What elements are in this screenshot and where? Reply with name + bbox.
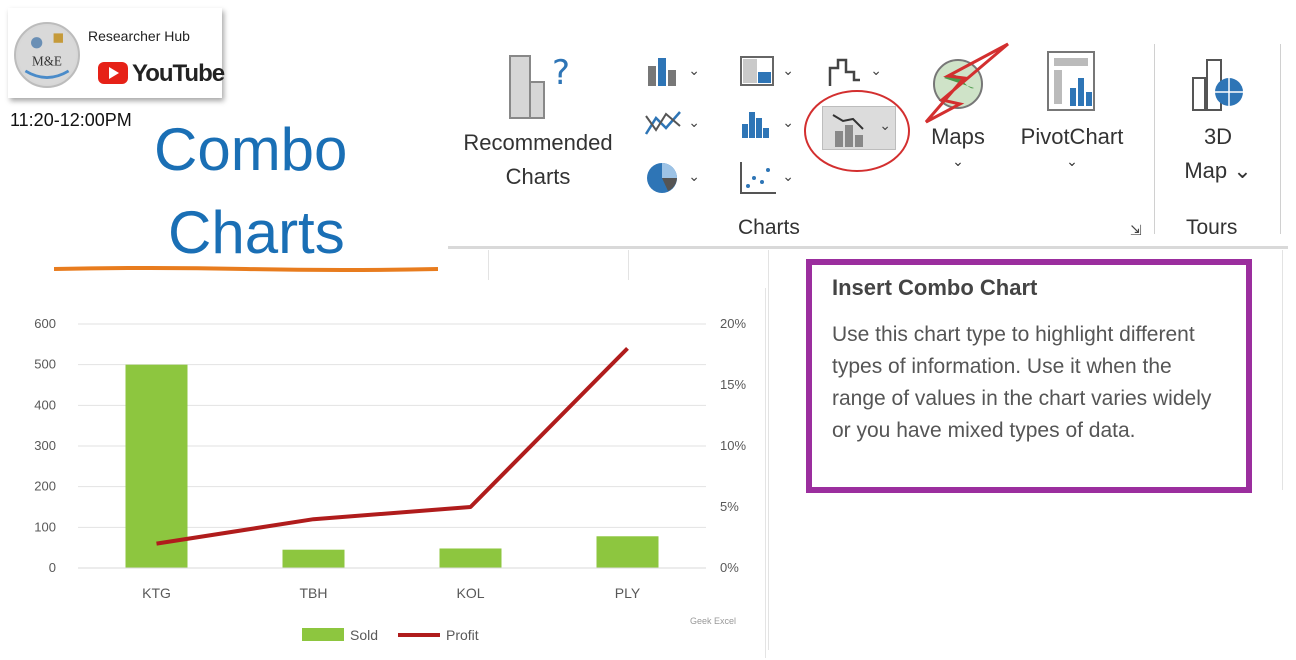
sheet-gridline <box>1282 250 1283 490</box>
recommended-charts-icon: ? <box>509 53 570 119</box>
title-underline <box>54 266 438 272</box>
line-chart-icon[interactable]: ⌄ <box>644 106 704 142</box>
pivotchart-label: PivotChart <box>1020 124 1124 149</box>
combo-chart-tooltip: Insert Combo Chart Use this chart type t… <box>806 259 1252 493</box>
chevron-down-icon: ⌄ <box>870 62 882 78</box>
recommended-charts-button[interactable]: ? Recommended Charts <box>448 48 628 218</box>
bar-sold <box>282 549 345 568</box>
legend-swatch-sold <box>302 628 344 641</box>
x-tick-label: TBH <box>300 585 328 601</box>
channel-badge: M&E Researcher Hub YouTube <box>8 8 225 98</box>
recommended-charts-label-2: Charts <box>505 164 571 189</box>
watermark: Geek Excel <box>690 616 737 626</box>
chevron-down-icon: ⌄ <box>782 168 794 184</box>
y-left-tick-label: 100 <box>34 519 56 534</box>
logo-text: M&E <box>32 53 62 68</box>
statistic-chart-icon[interactable]: ⌄ <box>738 106 798 142</box>
x-tick-label: PLY <box>615 585 641 601</box>
pivotchart-button[interactable]: PivotChart ⌄ <box>1006 48 1138 168</box>
column-chart-icon[interactable]: ⌄ <box>644 54 704 90</box>
group-divider <box>1154 44 1155 234</box>
x-tick-label: KTG <box>142 585 171 601</box>
tooltip-body: Use this chart type to highlight differe… <box>832 323 1212 442</box>
chevron-down-icon: ⌄ <box>688 62 700 78</box>
x-tick-label: KOL <box>456 585 484 601</box>
3d-map-label-1: 3D <box>1203 124 1233 149</box>
channel-name: Researcher Hub <box>88 28 190 44</box>
pie-chart-icon[interactable]: ⌄ <box>644 160 704 196</box>
group-divider <box>1280 44 1281 234</box>
3d-map-label-2: Map ⌄ <box>1184 158 1252 183</box>
y-right-tick-label: 0% <box>720 560 739 575</box>
annotation-arrow <box>924 42 1009 124</box>
y-left-tick-label: 600 <box>34 316 56 331</box>
3d-map-icon <box>1192 59 1243 111</box>
chevron-down-icon: ⌄ <box>782 114 794 130</box>
y-right-tick-label: 5% <box>720 499 739 514</box>
youtube-logo: YouTube <box>90 56 225 90</box>
chevron-down-icon: ⌄ <box>688 168 700 184</box>
y-left-tick-label: 300 <box>34 438 56 453</box>
bar-sold <box>596 536 659 568</box>
recommended-charts-label-1: Recommended <box>463 130 613 155</box>
hierarchy-chart-icon[interactable]: ⌄ <box>738 54 798 90</box>
highlight-ellipse <box>804 90 910 172</box>
y-right-tick-label: 15% <box>720 377 746 392</box>
y-left-tick-label: 0 <box>49 560 56 575</box>
overlay-title-line1: Combo <box>154 116 348 183</box>
svg-text:?: ? <box>552 53 570 93</box>
bar-sold <box>125 364 188 568</box>
youtube-label: YouTube <box>132 60 225 87</box>
scatter-chart-icon[interactable]: ⌄ <box>738 160 798 196</box>
chevron-down-icon: ⌄ <box>688 114 700 130</box>
3d-map-button[interactable]: 3D Map ⌄ <box>1168 48 1268 188</box>
sheet-gridline <box>488 250 489 280</box>
pivotchart-icon <box>1047 51 1095 111</box>
sheet-gridline <box>628 250 629 280</box>
session-time: 11:20-12:00PM <box>10 110 132 130</box>
bar-sold <box>439 548 502 568</box>
channel-logo: M&E <box>14 22 80 88</box>
charts-group-label: Charts <box>738 216 800 239</box>
dialog-launcher-icon[interactable]: ⇲ <box>1130 222 1142 239</box>
tooltip-title: Insert Combo Chart <box>832 275 1038 300</box>
y-right-tick-label: 20% <box>720 316 746 331</box>
combo-chart-svg: 0 100 200 300 400 500 600 0% 5% 10% 15% 20% KTG TBH KO… <box>34 316 746 643</box>
ribbon-bottom-border <box>448 246 1288 249</box>
y-left-tick-label: 200 <box>34 479 56 494</box>
overlay-title-line2: Charts <box>168 199 345 266</box>
y-left-tick-label: 400 <box>34 397 56 412</box>
y-right-tick-label: 10% <box>720 438 746 453</box>
y-left-tick-label: 500 <box>34 357 56 372</box>
chevron-down-icon: ⌄ <box>782 62 794 78</box>
channel-logo-graphic: M&E <box>17 25 77 85</box>
youtube-play-icon <box>98 62 128 84</box>
legend-label-profit: Profit <box>446 627 479 643</box>
waterfall-chart-icon[interactable]: ⌄ <box>826 54 886 90</box>
insert-ribbon-charts-group: ? Recommended Charts ⌄ ⌄ ⌄ ⌄ ⌄ ⌄ ⌄ ⌄ Map… <box>448 30 1288 248</box>
legend-label-sold: Sold <box>350 627 378 643</box>
sheet-gridline <box>768 250 769 650</box>
pivotchart-caret: ⌄ <box>1066 153 1078 169</box>
tours-group-label: Tours <box>1186 216 1238 239</box>
combo-chart[interactable]: 0 100 200 300 400 500 600 0% 5% 10% 15% 20% KTG TBH KO… <box>6 288 766 658</box>
maps-caret: ⌄ <box>952 153 964 169</box>
